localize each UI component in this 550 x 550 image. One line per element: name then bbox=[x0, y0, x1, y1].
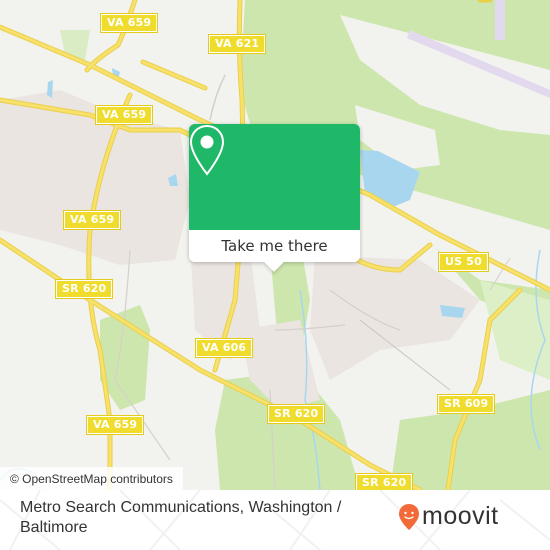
road-shield-us50: US 50 bbox=[438, 252, 489, 272]
road-shield-va659: VA 659 bbox=[99, 13, 159, 33]
road-shield-sr620: SR 620 bbox=[266, 404, 326, 424]
road-shield-va659: VA 659 bbox=[62, 210, 122, 230]
place-name: Metro Search Communications, Washington … bbox=[20, 499, 342, 536]
road-shield-sr620: SR 620 bbox=[54, 279, 114, 299]
map-pin-icon bbox=[189, 124, 225, 176]
map-attribution[interactable]: © OpenStreetMap contributors bbox=[0, 467, 183, 490]
road-shield-va621: VA 621 bbox=[207, 34, 267, 54]
map-view[interactable]: VA 659 VA 621 VA 659 VA 659 US 50 SR 620… bbox=[0, 0, 550, 490]
residential-area bbox=[310, 255, 480, 380]
minor-road bbox=[209, 74, 226, 121]
road-va659-north bbox=[84, 0, 138, 73]
take-me-there-button[interactable]: Take me there bbox=[189, 230, 360, 262]
popup-header bbox=[189, 124, 360, 230]
location-popup: Take me there bbox=[189, 124, 360, 272]
road-shield-sr620: SR 620 bbox=[354, 473, 414, 490]
moovit-logo[interactable]: moovit bbox=[398, 502, 499, 531]
road-shield-sr609: SR 609 bbox=[436, 394, 496, 414]
footer: Metro Search Communications, Washington … bbox=[0, 490, 550, 550]
airport-runway bbox=[495, 0, 505, 40]
pond bbox=[47, 80, 53, 98]
road-shield-va659: VA 659 bbox=[85, 415, 145, 435]
moovit-pin-icon bbox=[399, 503, 419, 530]
road-shield-va606: VA 606 bbox=[194, 338, 254, 358]
brand-name: moovit bbox=[422, 502, 499, 530]
road-shield-va659: VA 659 bbox=[94, 105, 154, 125]
